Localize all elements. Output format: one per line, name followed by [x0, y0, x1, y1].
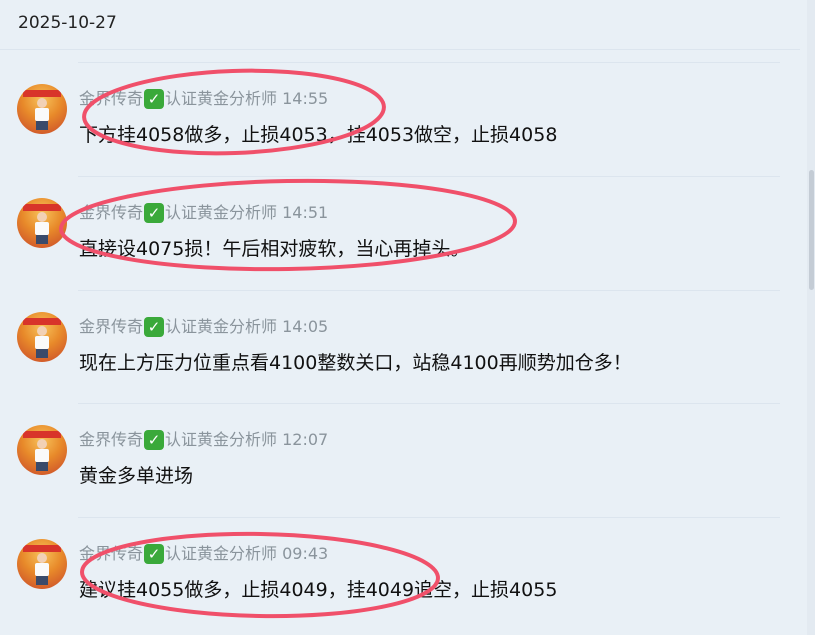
- message-text: 下方挂4058做多，止损4053，挂4053做空，止损4058: [79, 124, 558, 146]
- message-text: 黄金多单进场: [79, 465, 194, 487]
- divider: [78, 62, 780, 63]
- author-title: 认证黄金分析师: [165, 317, 278, 336]
- message-meta: 金界传奇 ✓ 认证黄金分析师 09:43: [79, 540, 328, 564]
- check-mark-button-icon: ✓: [144, 317, 165, 337]
- divider: [78, 290, 780, 291]
- author-title: 认证黄金分析师: [165, 544, 278, 563]
- author-name: 金界传奇: [79, 89, 144, 108]
- message-text: 建议挂4055做多，止损4049，挂4049追空，止损4055: [79, 579, 558, 601]
- check-mark-button-icon: ✓: [144, 544, 165, 564]
- check-mark-button-icon: ✓: [144, 203, 165, 223]
- date-header: 2025-10-27: [0, 0, 800, 50]
- message-time: 14:55: [282, 89, 329, 108]
- avatar[interactable]: [17, 84, 67, 134]
- message-item[interactable]: 金界传奇 ✓ 认证黄金分析师 12:07 黄金多单进场: [0, 403, 800, 517]
- message-item[interactable]: 金界传奇 ✓ 认证黄金分析师 14:55 下方挂4058做多，止损4053，挂405…: [0, 62, 800, 176]
- message-item[interactable]: 金界传奇 ✓ 认证黄金分析师 14:51 直接设4075损！午后相对疲软，当心再掉头…: [0, 176, 800, 290]
- message-item[interactable]: 金界传奇 ✓ 认证黄金分析师 09:43 建议挂4055做多，止损4049，挂404…: [0, 517, 800, 631]
- author-name: 金界传奇: [79, 430, 144, 449]
- message-meta: 金界传奇 ✓ 认证黄金分析师 14:05: [79, 313, 328, 337]
- author-title: 认证黄金分析师: [165, 203, 278, 222]
- message-meta: 金界传奇 ✓ 认证黄金分析师 14:51: [79, 199, 328, 223]
- author-name: 金界传奇: [79, 203, 144, 222]
- divider: [78, 517, 780, 518]
- message-item[interactable]: 金界传奇 ✓ 认证黄金分析师 14:05 现在上方压力位重点看4100整数关口，站稳…: [0, 290, 800, 404]
- message-time: 12:07: [282, 430, 329, 449]
- avatar[interactable]: [17, 312, 67, 362]
- author-title: 认证黄金分析师: [165, 89, 278, 108]
- message-meta: 金界传奇 ✓ 认证黄金分析师 12:07: [79, 426, 328, 450]
- avatar[interactable]: [17, 425, 67, 475]
- check-mark-button-icon: ✓: [144, 89, 165, 109]
- scrollbar[interactable]: [807, 0, 815, 635]
- message-time: 14:51: [282, 203, 329, 222]
- message-text: 直接设4075损！午后相对疲软，当心再掉头。: [79, 238, 470, 260]
- check-mark-button-icon: ✓: [144, 430, 165, 450]
- avatar[interactable]: [17, 539, 67, 589]
- chat-history-view: 2025-10-27 金界传奇 ✓ 认证黄金分析师 14:55 下方挂4058做多，…: [0, 0, 815, 635]
- scrollbar-thumb[interactable]: [809, 170, 814, 290]
- author-title: 认证黄金分析师: [165, 430, 278, 449]
- message-meta: 金界传奇 ✓ 认证黄金分析师 14:55: [79, 85, 328, 109]
- message-time: 14:05: [282, 317, 329, 336]
- avatar[interactable]: [17, 198, 67, 248]
- message-time: 09:43: [282, 544, 329, 563]
- author-name: 金界传奇: [79, 317, 144, 336]
- divider: [78, 403, 780, 404]
- divider: [78, 176, 780, 177]
- message-text: 现在上方压力位重点看4100整数关口，站稳4100再顺势加仓多！: [79, 352, 632, 374]
- author-name: 金界传奇: [79, 544, 144, 563]
